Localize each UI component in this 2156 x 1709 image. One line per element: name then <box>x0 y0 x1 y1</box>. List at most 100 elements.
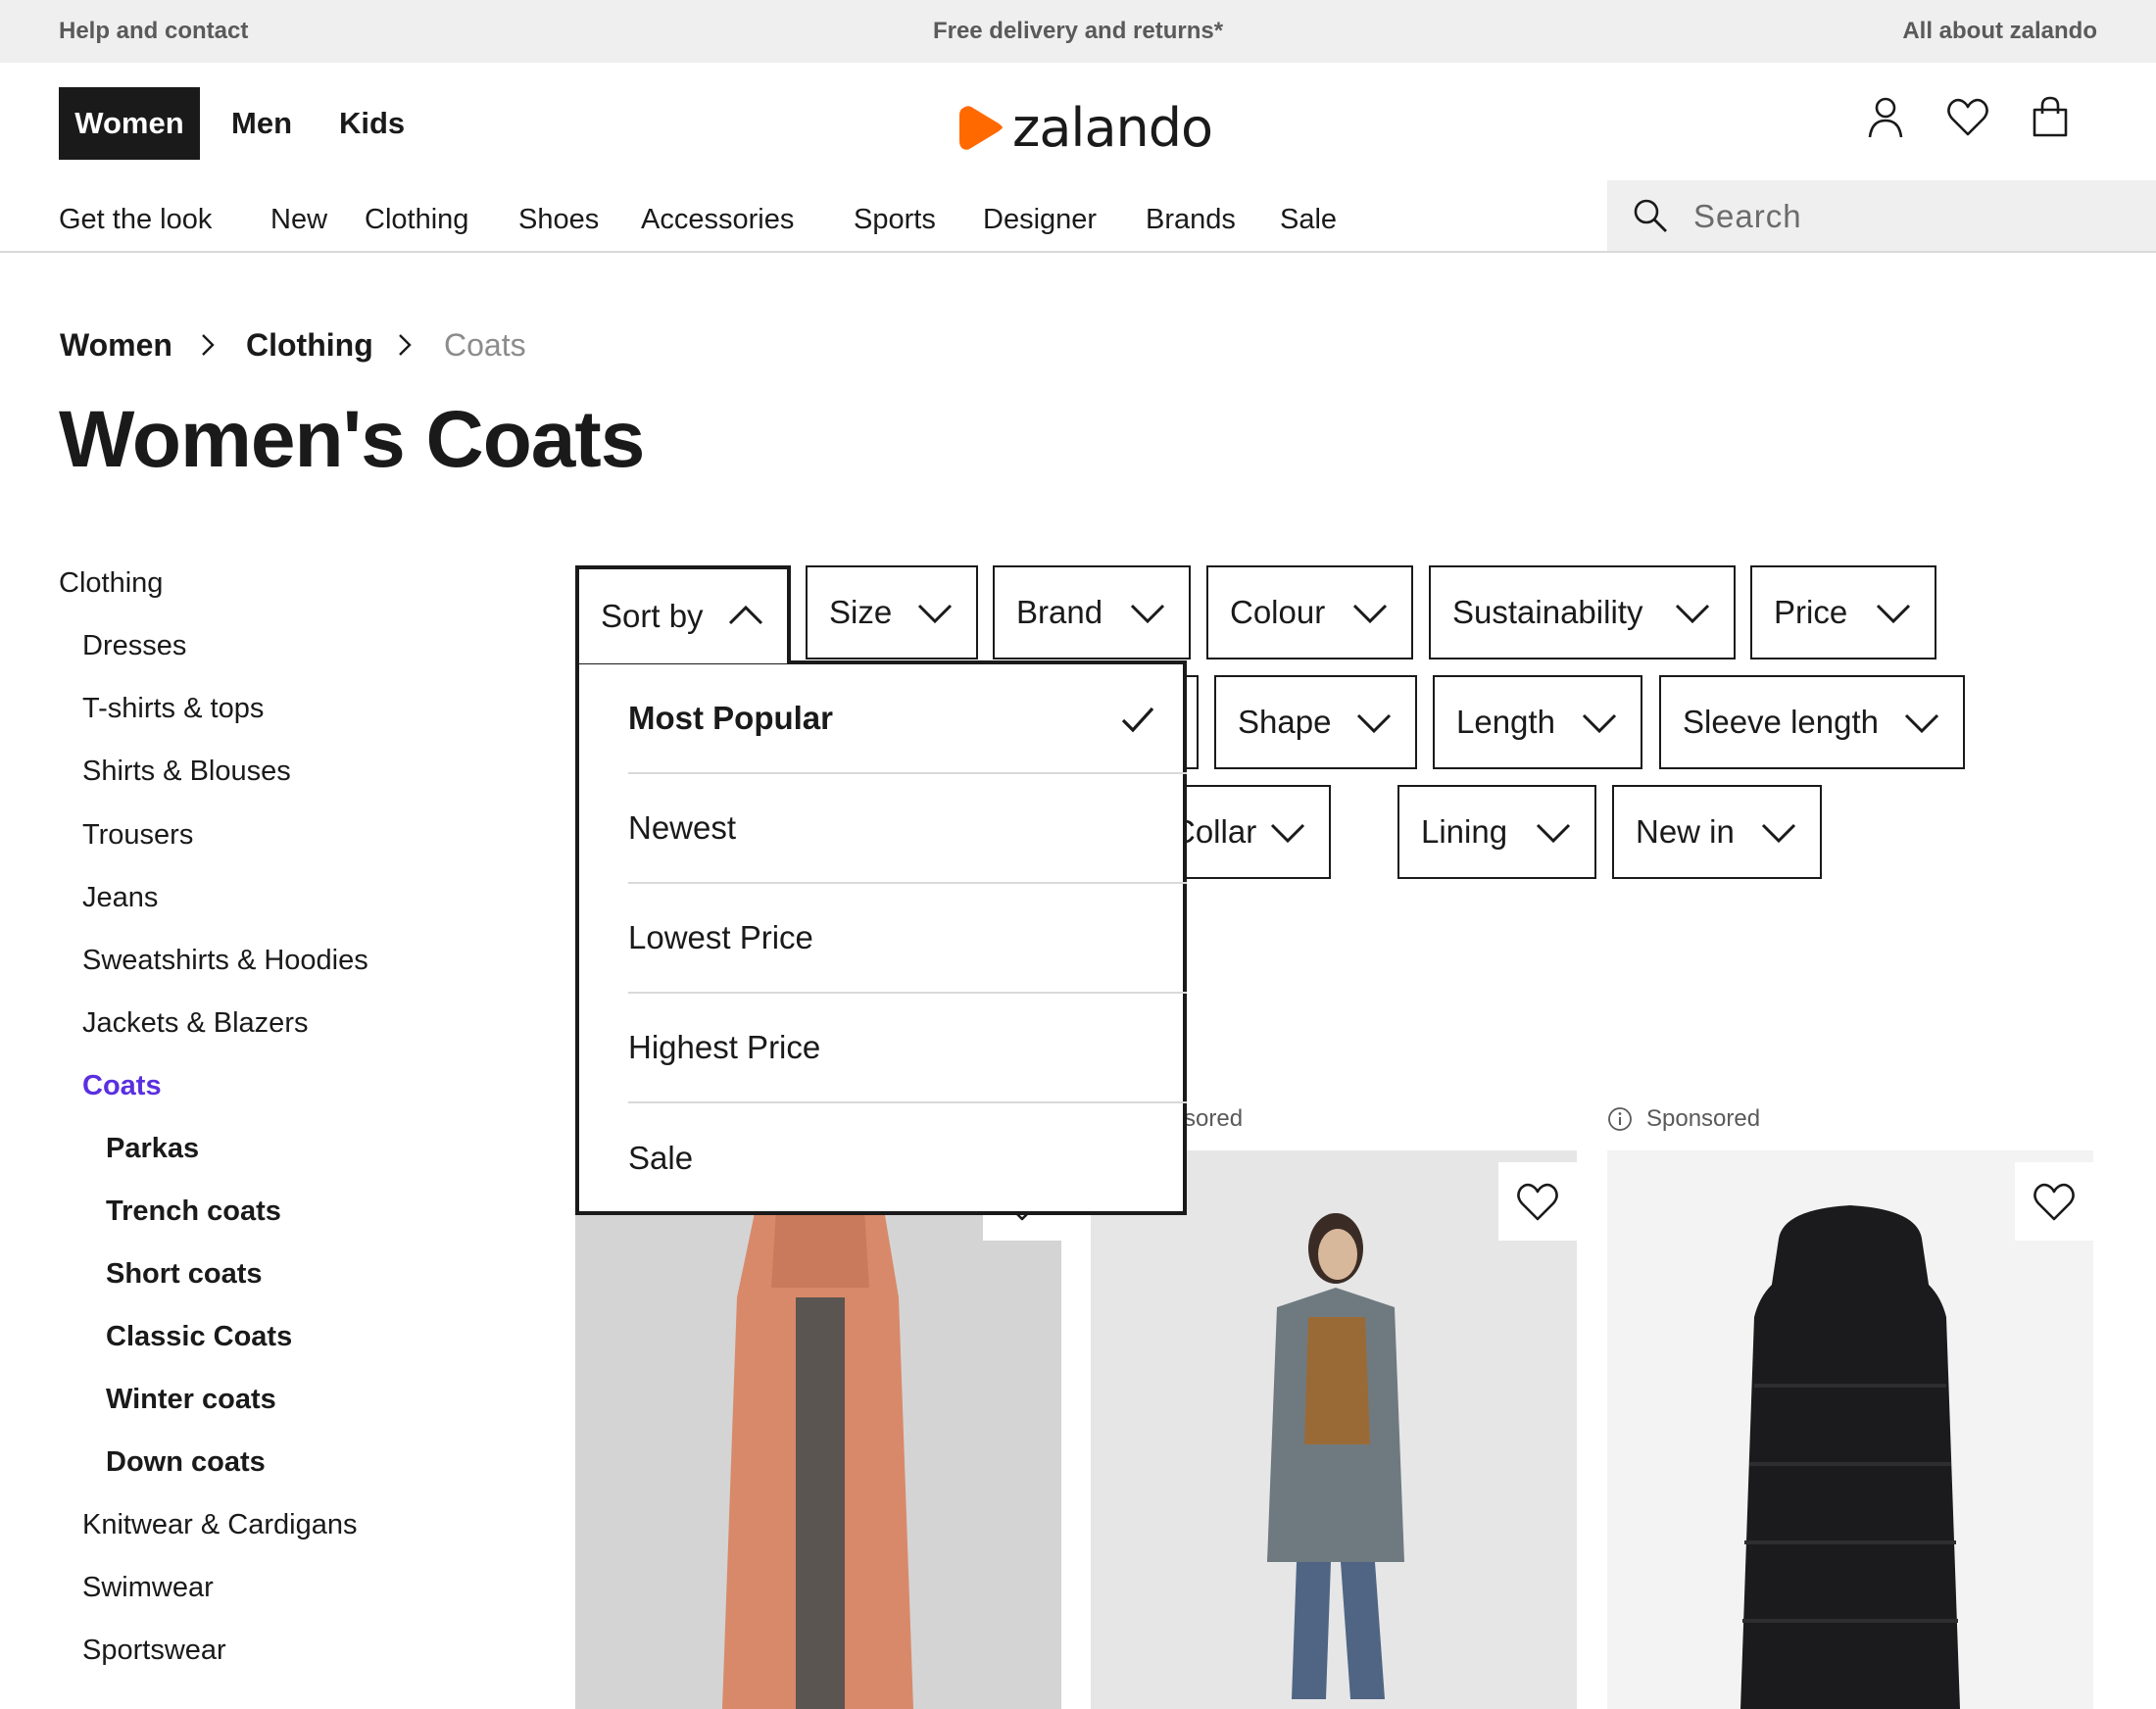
sort-option-highest-price[interactable]: Highest Price <box>628 994 1187 1103</box>
chevron-down-icon <box>1270 823 1305 844</box>
sustainability-filter[interactable]: Sustainability <box>1429 565 1736 659</box>
sidebar-item-dresses[interactable]: Dresses <box>82 630 186 662</box>
product-card[interactable] <box>1091 1150 1577 1709</box>
nav-get-the-look[interactable]: Get the look <box>59 204 212 236</box>
length-filter[interactable]: Length <box>1433 675 1642 769</box>
nav-sale[interactable]: Sale <box>1280 204 1337 236</box>
sleeve-length-filter[interactable]: Sleeve length <box>1659 675 1965 769</box>
sidebar-subitem-winter-coats[interactable]: Winter coats <box>106 1384 276 1416</box>
category-nav: Get the look New Clothing Shoes Accessor… <box>0 180 2156 253</box>
sort-option-most-popular[interactable]: Most Popular <box>628 664 1187 774</box>
sustainability-filter-label: Sustainability <box>1452 594 1643 630</box>
sort-option-newest[interactable]: Newest <box>628 774 1187 884</box>
length-filter-label: Length <box>1456 704 1555 740</box>
size-filter-label: Size <box>829 594 893 630</box>
shape-filter-label: Shape <box>1238 704 1332 740</box>
sort-by-label: Sort by <box>601 598 704 634</box>
sidebar-subitem-trench-coats[interactable]: Trench coats <box>106 1196 281 1228</box>
breadcrumb-women[interactable]: Women <box>60 327 172 364</box>
nav-designer[interactable]: Designer <box>983 204 1097 236</box>
sidebar-subitem-parkas[interactable]: Parkas <box>106 1133 199 1165</box>
wishlist-button[interactable] <box>1498 1162 1577 1241</box>
sponsored-label: sored <box>1184 1105 1244 1132</box>
price-filter-label: Price <box>1774 594 1848 630</box>
sidebar-item-sportswear[interactable]: Sportswear <box>82 1635 226 1667</box>
brand-filter[interactable]: Brand <box>993 565 1191 659</box>
sidebar-heading-clothing[interactable]: Clothing <box>59 567 163 600</box>
chevron-down-icon <box>1536 823 1571 844</box>
shape-filter[interactable]: Shape <box>1214 675 1417 769</box>
about-zalando-link[interactable]: All about zalando <box>1902 18 2097 45</box>
chevron-down-icon <box>1352 604 1388 624</box>
sponsored-label: Sponsored <box>1607 1105 1760 1133</box>
sidebar-item-tshirts-tops[interactable]: T-shirts & tops <box>82 693 264 725</box>
sidebar-item-trousers[interactable]: Trousers <box>82 819 193 852</box>
product-card[interactable] <box>1607 1150 2093 1709</box>
sleeve-length-filter-label: Sleeve length <box>1683 704 1879 740</box>
sidebar-item-jeans[interactable]: Jeans <box>82 882 158 914</box>
new-in-filter[interactable]: New in <box>1612 785 1822 879</box>
bag-icon[interactable] <box>2027 94 2074 141</box>
page-title: Women's Coats <box>59 395 645 484</box>
sidebar-item-shirts-blouses[interactable]: Shirts & Blouses <box>82 756 291 788</box>
search-placeholder: Search <box>1693 198 1802 234</box>
heart-icon <box>2034 1183 2075 1221</box>
logo-wordmark: zalando <box>1012 96 1213 159</box>
checkmark-icon <box>1121 707 1154 733</box>
search-input[interactable]: Search <box>1607 180 2156 251</box>
lining-filter[interactable]: Lining <box>1397 785 1596 879</box>
product-card[interactable] <box>575 1150 1061 1709</box>
sidebar-subitem-classic-coats[interactable]: Classic Coats <box>106 1321 292 1353</box>
new-in-filter-label: New in <box>1636 813 1735 850</box>
sidebar-item-jackets-blazers[interactable]: Jackets & Blazers <box>82 1007 308 1040</box>
nav-brands[interactable]: Brands <box>1146 204 1236 236</box>
chevron-up-icon <box>728 605 763 625</box>
chevron-down-icon <box>917 604 953 624</box>
gender-tab-women[interactable]: Women <box>59 87 200 160</box>
breadcrumb-coats: Coats <box>444 327 526 363</box>
sidebar-item-swimwear[interactable]: Swimwear <box>82 1572 214 1604</box>
sidebar-subitem-down-coats[interactable]: Down coats <box>106 1446 266 1479</box>
nav-shoes[interactable]: Shoes <box>518 204 599 236</box>
sidebar-item-coats[interactable]: Coats <box>82 1070 162 1102</box>
sort-option-lowest-price[interactable]: Lowest Price <box>628 884 1187 994</box>
nav-new[interactable]: New <box>270 204 327 236</box>
search-icon <box>1634 199 1667 232</box>
sidebar-item-sweatshirts-hoodies[interactable]: Sweatshirts & Hoodies <box>82 945 368 977</box>
free-delivery-notice[interactable]: Free delivery and returns* <box>0 18 2156 45</box>
chevron-down-icon <box>1675 604 1710 624</box>
chevron-down-icon <box>1356 713 1392 734</box>
colour-filter[interactable]: Colour <box>1206 565 1413 659</box>
lining-filter-label: Lining <box>1421 813 1508 850</box>
chevron-down-icon <box>1582 713 1617 734</box>
colour-filter-label: Colour <box>1230 594 1326 630</box>
sidebar-item-knitwear-cardigans[interactable]: Knitwear & Cardigans <box>82 1509 357 1541</box>
nav-accessories[interactable]: Accessories <box>641 204 794 236</box>
sort-dropdown-menu: Most Popular Newest Lowest Price Highest… <box>575 660 1187 1215</box>
heart-icon <box>1517 1183 1558 1221</box>
chevron-down-icon <box>1876 604 1911 624</box>
chevron-right-icon <box>399 334 412 356</box>
top-info-bar: Help and contact Free delivery and retur… <box>0 0 2156 63</box>
sidebar-subitem-short-coats[interactable]: Short coats <box>106 1258 263 1291</box>
chevron-down-icon <box>1130 604 1165 624</box>
chevron-down-icon <box>1904 713 1939 734</box>
sort-by-filter[interactable]: Sort by <box>575 565 791 663</box>
wishlist-button[interactable] <box>2015 1162 2093 1241</box>
heart-icon[interactable] <box>1944 94 1991 141</box>
zalando-logo-mark-icon <box>959 106 1003 150</box>
nav-sports[interactable]: Sports <box>854 204 936 236</box>
gender-tab-men[interactable]: Men <box>231 87 292 160</box>
info-icon[interactable] <box>1607 1106 1633 1132</box>
sort-option-sale[interactable]: Sale <box>628 1103 1187 1213</box>
gender-tab-kids[interactable]: Kids <box>339 87 405 160</box>
brand-filter-label: Brand <box>1016 594 1103 630</box>
user-icon[interactable] <box>1862 94 1909 141</box>
zalando-logo[interactable]: zalando <box>956 96 1213 159</box>
price-filter[interactable]: Price <box>1750 565 1936 659</box>
breadcrumb-clothing[interactable]: Clothing <box>246 327 373 364</box>
chevron-right-icon <box>202 334 215 356</box>
chevron-down-icon <box>1761 823 1796 844</box>
nav-clothing[interactable]: Clothing <box>365 204 468 236</box>
size-filter[interactable]: Size <box>806 565 978 659</box>
